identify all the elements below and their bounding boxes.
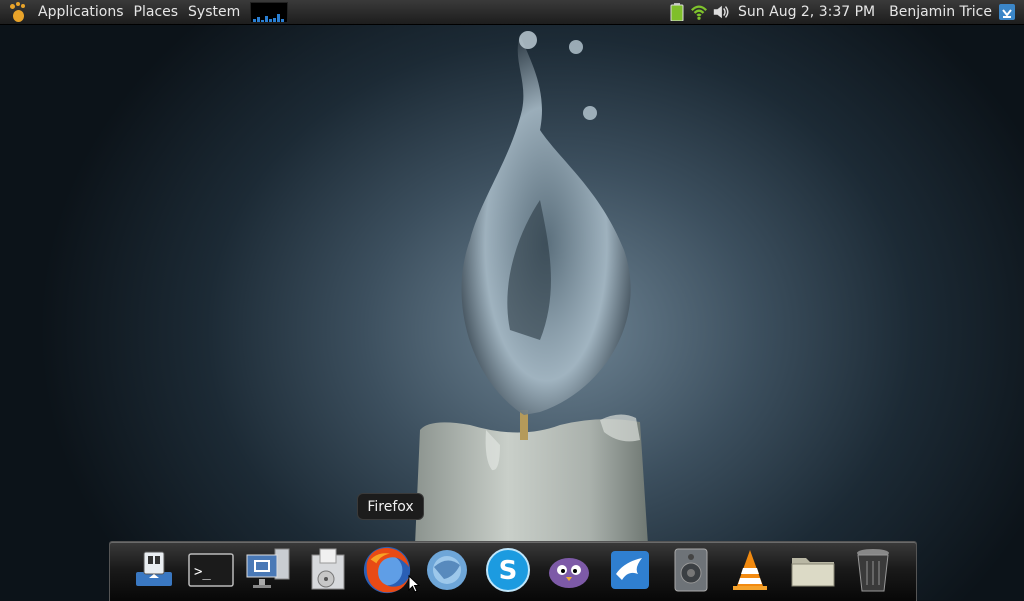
vlc-icon[interactable] (724, 544, 776, 596)
clock[interactable]: Sun Aug 2, 3:37 PM (738, 4, 875, 20)
volume-icon[interactable] (712, 3, 730, 21)
menu-system[interactable]: System (183, 4, 245, 20)
svg-text:S: S (499, 556, 518, 586)
mail-icon[interactable] (604, 544, 656, 596)
svg-text:>_: >_ (194, 564, 211, 580)
terminal-icon[interactable]: >_ (185, 544, 237, 596)
speaker-icon[interactable] (665, 544, 717, 596)
shutdown-icon[interactable] (998, 3, 1016, 21)
gdebi-icon[interactable] (302, 544, 354, 596)
menu-applications[interactable]: Applications (33, 4, 129, 20)
folder-icon[interactable] (787, 544, 839, 596)
gnome-foot-icon[interactable] (7, 2, 27, 22)
skype-icon[interactable]: S (482, 544, 534, 596)
thunderbird-icon[interactable] (421, 544, 473, 596)
firefox-icon[interactable] (361, 544, 413, 596)
dock: >_ S (109, 541, 917, 601)
mouse-cursor-icon (408, 575, 420, 593)
thunar-icon[interactable] (128, 544, 180, 596)
dock-tooltip: Firefox (357, 493, 424, 520)
wallpaper (415, 31, 648, 545)
wifi-icon[interactable] (690, 3, 708, 21)
network-manager-icon[interactable] (243, 544, 295, 596)
top-panel: Applications Places System Sun Aug 2, 3:… (0, 0, 1024, 25)
user-name[interactable]: Benjamin Trice (889, 4, 992, 20)
menu-places[interactable]: Places (129, 4, 184, 20)
system-monitor-graph[interactable] (250, 1, 289, 23)
pidgin-icon[interactable] (543, 544, 595, 596)
battery-icon[interactable] (668, 3, 686, 21)
trash-icon[interactable] (847, 544, 899, 596)
